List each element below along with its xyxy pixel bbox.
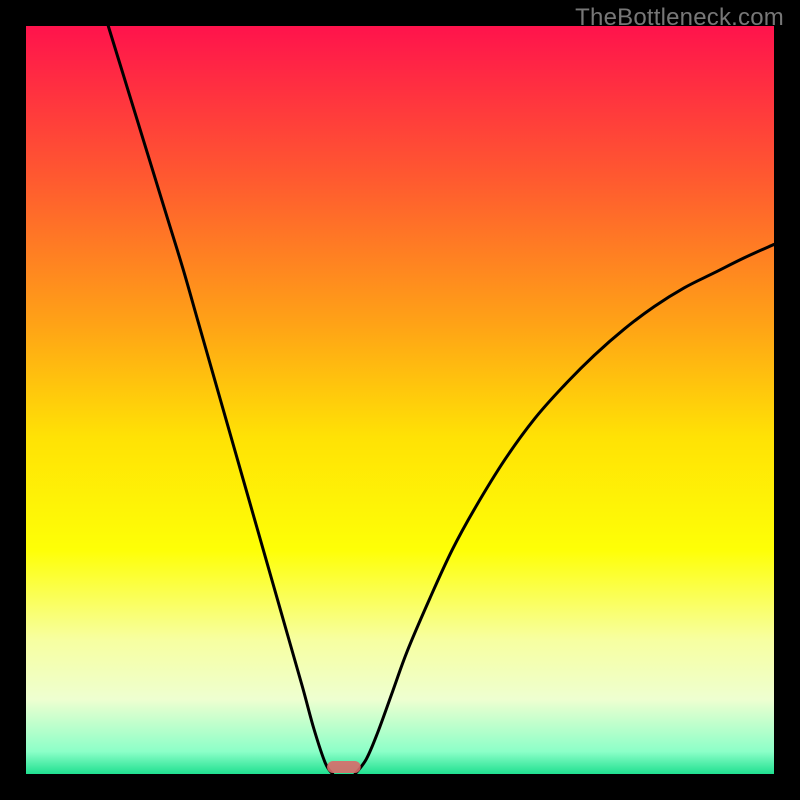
chart-frame: TheBottleneck.com: [0, 0, 800, 800]
plot-area: [26, 26, 774, 774]
bottleneck-marker: [327, 761, 361, 773]
watermark-label: TheBottleneck.com: [575, 4, 784, 32]
chart-svg: [26, 26, 774, 774]
chart-background: [26, 26, 774, 774]
chart-marker: [327, 761, 361, 773]
